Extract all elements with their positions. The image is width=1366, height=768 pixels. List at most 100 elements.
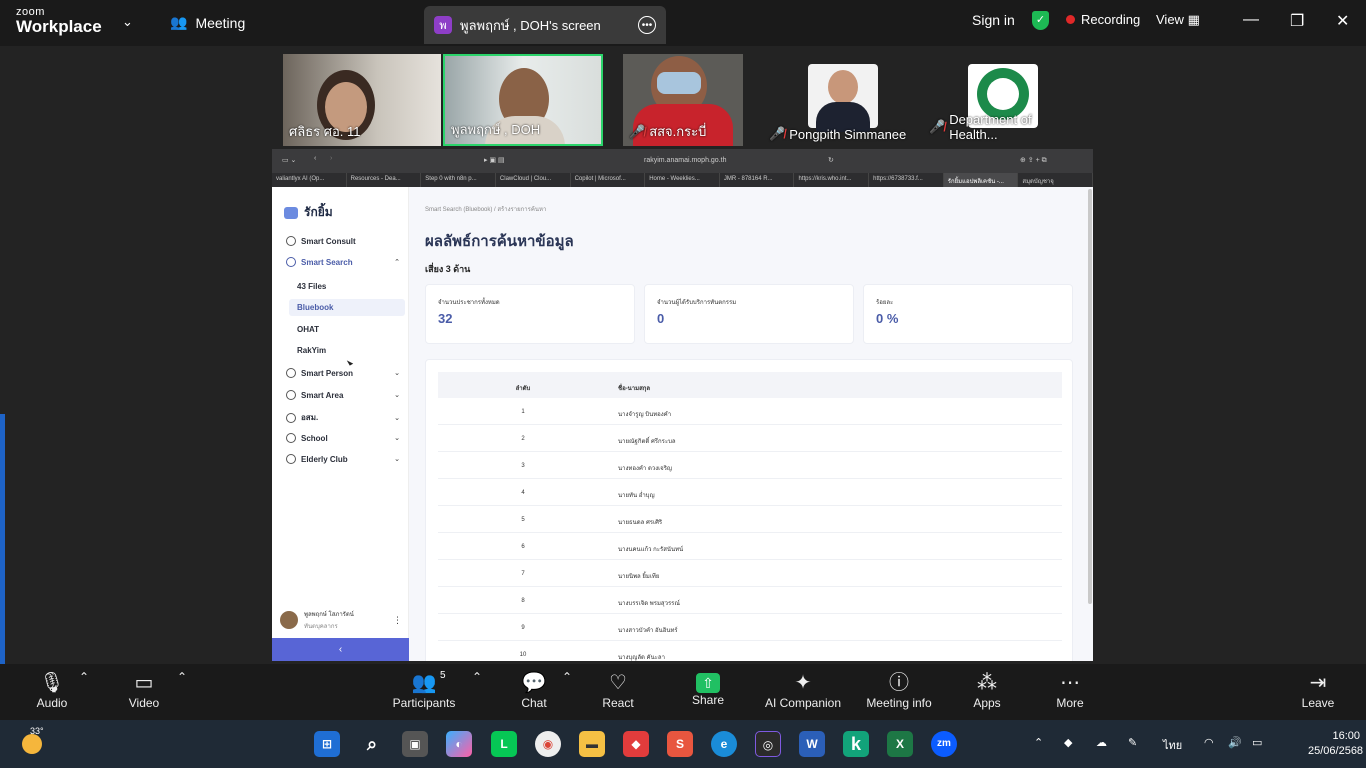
forward-icon[interactable]: › — [330, 155, 332, 162]
nav-sub-bluebook[interactable]: Bluebook — [289, 299, 405, 316]
cloud-tray-icon[interactable]: ☁ — [1096, 736, 1107, 749]
person-icon — [286, 368, 296, 378]
browser-tab-strip: valiantlyx AI (Op... Resources - Dea... … — [272, 173, 1093, 187]
k-app-icon[interactable]: k — [843, 731, 869, 757]
table-row[interactable]: 5 นายธนดล ศรเศิริ — [438, 506, 1062, 533]
participants-button[interactable]: 👥 Participants — [379, 670, 469, 710]
wifi-icon[interactable]: ◠ — [1204, 736, 1214, 749]
kebab-menu-icon[interactable]: ⋮ — [393, 615, 402, 626]
system-clock[interactable]: 16:00 25/06/2568 — [1308, 729, 1363, 759]
recording-indicator[interactable]: Recording — [1066, 12, 1140, 27]
nav-smart-search[interactable]: Smart Search ⌃ — [286, 257, 400, 267]
zoom-taskbar-icon[interactable]: zm — [931, 731, 957, 757]
copilot-icon[interactable]: ◐ — [446, 731, 472, 757]
meeting-menu-button[interactable]: 👥 Meeting — [170, 14, 245, 31]
nav-sub-43-files[interactable]: 43 Files — [297, 282, 326, 291]
nav-sub-ohat[interactable]: OHAT — [297, 325, 319, 334]
chrome-icon[interactable]: ◉ — [535, 731, 561, 757]
extension-icons[interactable]: ▸ ▣ ▤ — [484, 156, 505, 164]
table-row[interactable]: 6 นางนคนแก้ว กะรัสนันทน์ — [438, 533, 1062, 560]
table-row[interactable]: 3 นางทองคำ ดวงเจริญ — [438, 452, 1062, 479]
minimize-icon[interactable]: — — [1243, 11, 1259, 29]
reload-icon[interactable]: ↻ — [828, 156, 834, 164]
file-explorer-icon[interactable]: ▬ — [579, 731, 605, 757]
table-row[interactable]: 7 นายนิพล ยิ้มเทีย — [438, 560, 1062, 587]
more-button[interactable]: ⋯ More — [1025, 670, 1115, 710]
close-icon[interactable]: ✕ — [1336, 11, 1349, 31]
nav-elderly-club[interactable]: Elderly Club ⌄ — [286, 454, 400, 464]
video-tile-active-speaker[interactable]: พูลพฤกษ์ , DOH — [443, 54, 603, 146]
more-options-icon[interactable]: ••• — [638, 16, 656, 34]
view-button[interactable]: View ▦ — [1156, 12, 1200, 28]
audio-options-caret[interactable]: ⌃ — [78, 670, 90, 684]
chevron-down-icon[interactable]: ⌄ — [122, 14, 133, 30]
share-button[interactable]: ⇧ Share — [663, 670, 753, 707]
chat-options-caret[interactable]: ⌃ — [561, 670, 573, 684]
pen-tray-icon[interactable]: ✎ — [1128, 736, 1137, 749]
show-hidden-icons[interactable]: ⌃ — [1034, 736, 1043, 749]
excel-icon[interactable]: X — [887, 731, 913, 757]
nav-school[interactable]: School ⌄ — [286, 433, 400, 443]
table-row[interactable]: 2 นายณัฐกิตติ์ ศรีกระบล — [438, 425, 1062, 452]
edge-icon[interactable]: e — [711, 731, 737, 757]
nav-osm[interactable]: อสม. ⌄ — [286, 411, 400, 424]
table-row[interactable]: 10 นางบุญลัด คันะลา — [438, 641, 1062, 661]
browser-tab[interactable]: JMR - 878164 R... — [720, 173, 795, 187]
sidebar-collapse-button[interactable]: ‹ — [272, 638, 409, 661]
leave-button[interactable]: ⇥ Leave — [1273, 670, 1363, 710]
task-view-icon[interactable]: ▣ — [402, 731, 428, 757]
browser-tab[interactable]: Copilot | Microsof... — [571, 173, 646, 187]
nav-smart-area[interactable]: Smart Area ⌄ — [286, 390, 400, 400]
participants-options-caret[interactable]: ⌃ — [471, 670, 483, 684]
react-button[interactable]: ♡ React — [573, 670, 663, 710]
browser-action-icons[interactable]: ⊕ ⇪ + ⧉ — [1020, 156, 1047, 165]
table-row[interactable]: 8 นางบรรเจิด พรมสุวรรณ์ — [438, 587, 1062, 614]
browser-tab[interactable]: สมุดบัญชาจุ — [1018, 173, 1093, 187]
battery-icon[interactable]: ▭ — [1252, 736, 1262, 749]
video-tile[interactable]: ศลิธร ศอ. 11 — [283, 54, 441, 146]
anydesk-tray-icon[interactable]: ◆ — [1064, 736, 1072, 749]
shared-screen-tab[interactable]: พ พูลพฤกษ์ , DOH's screen ••• — [424, 6, 666, 44]
user-profile[interactable]: พูลพฤกษ์ โสภารัตน์ ทันตบุคลากร ⋮ — [280, 609, 402, 631]
speaker-icon[interactable]: 🔊 — [1228, 736, 1242, 749]
language-indicator[interactable]: ไทย — [1163, 736, 1182, 754]
table-row[interactable]: 4 นายทัน อ่ำบุญ — [438, 479, 1062, 506]
table-row[interactable]: 9 นางสาวบัวคำ อันอินทร์ — [438, 614, 1062, 641]
video-tile[interactable]: 🎤̸ Department of Health... — [923, 54, 1083, 146]
ai-companion-button[interactable]: ✦ AI Companion — [758, 670, 848, 710]
restore-icon[interactable]: ❐ — [1290, 11, 1304, 31]
apps-button[interactable]: ⁂ Apps — [942, 670, 1032, 710]
browser-tab[interactable]: Step 0 with n8n p... — [421, 173, 496, 187]
nav-smart-consult[interactable]: Smart Consult — [286, 236, 400, 246]
nav-smart-person[interactable]: Smart Person ⌄ — [286, 368, 400, 378]
nav-sub-rakyim[interactable]: RakYim — [297, 346, 326, 355]
browser-tab[interactable]: Resources - Dea... — [347, 173, 422, 187]
slides-app-icon[interactable]: S — [667, 731, 693, 757]
back-icon[interactable]: ‹ — [314, 155, 316, 162]
search-icon[interactable]: ⌕ — [359, 731, 385, 757]
table-row[interactable]: 1 นางจำรูญ บินทองคำ — [438, 398, 1062, 425]
sign-in-button[interactable]: Sign in — [972, 12, 1015, 28]
video-tile[interactable]: 🎤̸ สสจ.กระบี่ — [623, 54, 743, 146]
start-icon[interactable]: ⊞ — [314, 731, 340, 757]
app-brand[interactable]: รักยิ้ม — [284, 203, 333, 222]
browser-tab[interactable]: valiantlyx AI (Op... — [272, 173, 347, 187]
page-scrollbar[interactable] — [1088, 189, 1092, 604]
address-bar[interactable]: rakyim.anamai.moph.go.th — [644, 157, 726, 164]
browser-tab[interactable]: https://6738733.f... — [869, 173, 944, 187]
browser-tab-active[interactable]: รักยิ้มแอปพลิเคชัน -... — [943, 173, 1019, 187]
video-tile[interactable]: 🎤̸ Pongpith Simmanee — [763, 54, 923, 146]
browser-tab[interactable]: ClawCloud | Clou... — [496, 173, 571, 187]
sidebar-toggle-icon[interactable]: ▭ ⌄ — [282, 156, 296, 164]
browser-tab[interactable]: Home - Weeklies... — [645, 173, 720, 187]
meeting-info-button[interactable]: ⓘ Meeting info — [854, 670, 944, 710]
video-options-caret[interactable]: ⌃ — [176, 670, 188, 684]
anydesk-icon[interactable]: ◆ — [623, 731, 649, 757]
breadcrumb[interactable]: Smart Search (Bluebook) / สร้างรายการค้น… — [425, 204, 546, 214]
webex-icon[interactable]: ◎ — [755, 731, 781, 757]
weather-widget[interactable]: 33° — [22, 726, 46, 754]
encryption-shield-icon[interactable]: ✓ — [1032, 11, 1049, 30]
browser-tab[interactable]: https://kris.who.int... — [794, 173, 870, 187]
word-icon[interactable]: W — [799, 731, 825, 757]
line-app-icon[interactable]: L — [491, 731, 517, 757]
